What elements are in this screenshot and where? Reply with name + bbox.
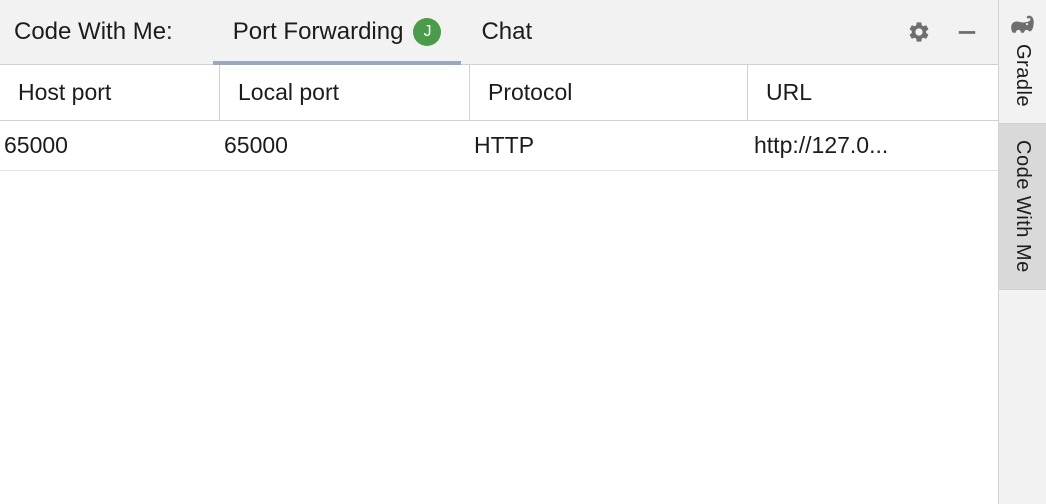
minimize-icon	[956, 21, 978, 43]
cell-url: http://127.0...	[748, 121, 998, 170]
minimize-button[interactable]	[954, 19, 980, 45]
settings-button[interactable]	[906, 19, 932, 45]
tab-chat[interactable]: Chat	[461, 0, 552, 64]
elephant-icon	[1010, 12, 1036, 38]
user-badge-icon: J	[413, 18, 441, 46]
column-header-host-port[interactable]: Host port	[0, 65, 220, 120]
rail-tab-code-with-me[interactable]: Code With Me	[999, 124, 1046, 290]
rail-tab-gradle[interactable]: Gradle	[999, 0, 1046, 124]
column-header-protocol[interactable]: Protocol	[470, 65, 748, 120]
right-tool-rail: Gradle Code With Me	[998, 0, 1046, 504]
main-area: Code With Me: Port Forwarding J Chat	[0, 0, 998, 504]
cell-protocol: HTTP	[470, 121, 748, 170]
table-header: Host port Local port Protocol URL	[0, 65, 998, 121]
tool-window-title: Code With Me:	[14, 18, 213, 46]
gear-icon	[907, 20, 931, 44]
column-header-local-port[interactable]: Local port	[220, 65, 470, 120]
column-header-url[interactable]: URL	[748, 65, 998, 120]
header-actions	[906, 19, 988, 45]
cell-local-port: 65000	[220, 121, 470, 170]
table-row[interactable]: 65000 65000 HTTP http://127.0...	[0, 121, 998, 171]
tab-bar: Port Forwarding J Chat	[213, 0, 906, 64]
rail-label: Gradle	[1011, 44, 1034, 107]
tool-window-header: Code With Me: Port Forwarding J Chat	[0, 0, 998, 65]
cell-host-port: 65000	[0, 121, 220, 170]
port-forwarding-table: Host port Local port Protocol URL 65000 …	[0, 65, 998, 504]
rail-label: Code With Me	[1011, 140, 1034, 273]
tab-label: Port Forwarding	[233, 18, 404, 46]
tab-label: Chat	[481, 18, 532, 46]
tab-port-forwarding[interactable]: Port Forwarding J	[213, 0, 462, 64]
